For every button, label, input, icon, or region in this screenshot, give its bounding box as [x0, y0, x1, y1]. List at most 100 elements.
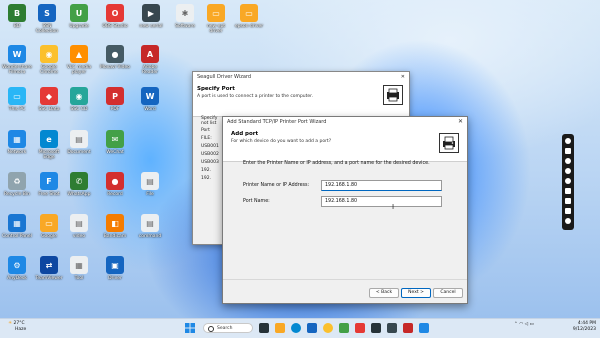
desktop-icon[interactable]: ▤ video [64, 214, 94, 239]
desktop-icon[interactable]: ✆ WhatsApp [64, 172, 94, 197]
desktop-icon-label: BD [13, 24, 21, 29]
clock[interactable]: 4:44 PM 9/12/2023 [566, 321, 596, 333]
weather-temp: 27°C [13, 321, 25, 326]
window-icon[interactable] [565, 198, 571, 204]
port-list-item[interactable]: Port [201, 128, 221, 136]
app-icon[interactable] [403, 323, 413, 333]
store-icon[interactable] [307, 323, 317, 333]
start-button[interactable] [185, 323, 195, 333]
back-button[interactable]: < Back [369, 288, 399, 298]
floating-recorder-toolbar[interactable] [562, 134, 574, 230]
cancel-button[interactable]: Cancel [433, 288, 463, 298]
desktop-icon[interactable]: ▭ epson driver [234, 4, 264, 29]
record-icon[interactable] [565, 138, 571, 144]
port-list-item[interactable]: USB003 [201, 160, 221, 168]
desktop-icon[interactable]: ▤ Document [64, 130, 94, 155]
desktop-icon[interactable]: ▦ Tool [64, 256, 94, 281]
app-icon: U [70, 4, 88, 22]
desktop-icon-label: This PC [8, 107, 26, 112]
wifi-icon[interactable]: ◠ [519, 322, 523, 327]
desktop-icon[interactable]: F Free Shot [34, 172, 64, 197]
desktop-icon-label: Google Chrome [40, 65, 58, 75]
app-icon[interactable] [339, 323, 349, 333]
desktop-icon[interactable]: A Adobe Reader [135, 45, 165, 75]
desktop-icon[interactable]: ▣ Driver [100, 256, 130, 281]
desktop-icon[interactable]: O OBS Studio [100, 4, 130, 29]
desktop-icon[interactable]: ▦ Control Panel [2, 214, 32, 239]
terminal-icon[interactable] [371, 323, 381, 333]
app-icon: e [40, 130, 58, 148]
desktop-icon[interactable]: ▦ Network [2, 130, 32, 155]
pen-icon[interactable] [565, 158, 571, 164]
desktop-icon[interactable]: ● Record [100, 172, 130, 197]
desktop-icon[interactable]: ▭ Google [34, 214, 64, 239]
desktop-icon[interactable]: S SSN Collection [32, 4, 62, 34]
weather-widget[interactable]: ☀ 27°C Haze [8, 321, 26, 333]
port-list-item[interactable]: USB002 [201, 152, 221, 160]
app-icon[interactable] [355, 323, 365, 333]
desktop-icon[interactable]: W Wondershare Filmora [2, 45, 32, 75]
edge-icon[interactable] [291, 323, 301, 333]
desktop-icon-label: Free Shot [38, 192, 60, 197]
webcam-icon[interactable] [565, 208, 571, 214]
desktop-icon[interactable]: ● Movavi Video [100, 45, 130, 70]
desktop-icon[interactable]: ♻ Recycle Bin [2, 172, 32, 197]
speaker-icon[interactable] [565, 178, 571, 184]
app-icon: ▭ [207, 4, 225, 22]
desktop-icon[interactable]: ⇄ TeamViewer [34, 256, 64, 281]
desktop-icon[interactable]: U Upgrade [64, 4, 94, 29]
port-name-input[interactable]: 192.168.1.80 [321, 196, 442, 207]
camera-icon[interactable] [565, 148, 571, 154]
desktop-icon[interactable]: ✱ Software [170, 4, 200, 29]
desktop-icon[interactable]: ▭ This PC [2, 87, 32, 112]
desktop-icon[interactable]: e Microsoft Edge [34, 130, 64, 160]
close-icon[interactable]: ✕ [401, 72, 405, 82]
microphone-icon[interactable] [565, 168, 571, 174]
desktop-icon[interactable]: ▤ File [135, 172, 165, 197]
chrome-icon[interactable] [323, 323, 333, 333]
volume-icon[interactable]: ◁ [525, 322, 528, 327]
desktop-icon[interactable]: ▤ command [135, 214, 165, 239]
desktop-icon[interactable]: W Word [135, 87, 165, 112]
printer-icon [439, 133, 459, 153]
battery-icon[interactable]: ▭ [530, 322, 534, 327]
tcp-title-bar[interactable]: Add Standard TCP/IP Printer Port Wizard … [223, 117, 467, 127]
file-explorer-icon[interactable] [275, 323, 285, 333]
desktop-icon[interactable]: ▲ VLC media player [64, 45, 94, 75]
printer-name-input[interactable]: 192.168.1.80 [321, 180, 442, 191]
desktop-icon[interactable]: P PDF [100, 87, 130, 112]
chevron-up-icon[interactable]: ⌃ [514, 322, 518, 327]
app-icon: B [8, 4, 26, 22]
desktop-icon[interactable]: ◉ Google Chrome [34, 45, 64, 75]
gear-icon[interactable] [565, 218, 571, 224]
desktop-icon[interactable]: ⚙ AnyDesk [2, 256, 32, 281]
tcpip-port-wizard-dialog[interactable]: Add Standard TCP/IP Printer Port Wizard … [222, 116, 468, 304]
desktop-icon[interactable]: ✉ WeChat [100, 130, 130, 155]
port-list-item[interactable]: 192. [201, 168, 221, 176]
taskbar-search-box[interactable]: Search [203, 323, 253, 333]
desktop-icon[interactable]: ◉ SSC CD [64, 87, 94, 112]
desktop-icon[interactable]: ▭ new ept driver [201, 4, 231, 34]
seagull-title-bar[interactable]: Seagull Driver Wizard ✕ [193, 72, 409, 82]
port-list-item[interactable]: USB001 [201, 144, 221, 152]
desktop-icon-label: Word [144, 107, 156, 112]
port-list-item[interactable]: 192. [201, 176, 221, 184]
desktop-icon[interactable]: ◆ SSC Data [34, 87, 64, 112]
port-list[interactable]: Port FILE: USB001 USB002 USB003 192. 192… [201, 128, 221, 184]
app-icon: ▦ [8, 214, 26, 232]
close-icon[interactable]: ✕ [458, 117, 463, 127]
system-tray[interactable]: ⌃ ◠ ◁ ▭ [514, 322, 534, 327]
desktop-icon-label: Record [107, 192, 123, 197]
task-view-icon[interactable] [259, 323, 269, 333]
app-icon[interactable] [419, 323, 429, 333]
desktop-icon[interactable]: B BD [2, 4, 32, 29]
app-icon[interactable] [387, 323, 397, 333]
screen-icon[interactable] [565, 188, 571, 194]
desktop-icon-label: OBS Studio [102, 24, 128, 29]
port-list-item[interactable]: FILE: [201, 136, 221, 144]
next-button[interactable]: Next > [401, 288, 431, 298]
desktop-icon-label: Microsoft Edge [38, 150, 60, 160]
desktop-icon[interactable]: ▶ new serial [136, 4, 166, 29]
printer-icon [383, 85, 403, 105]
desktop-icon[interactable]: ◧ Bandicam [100, 214, 130, 239]
